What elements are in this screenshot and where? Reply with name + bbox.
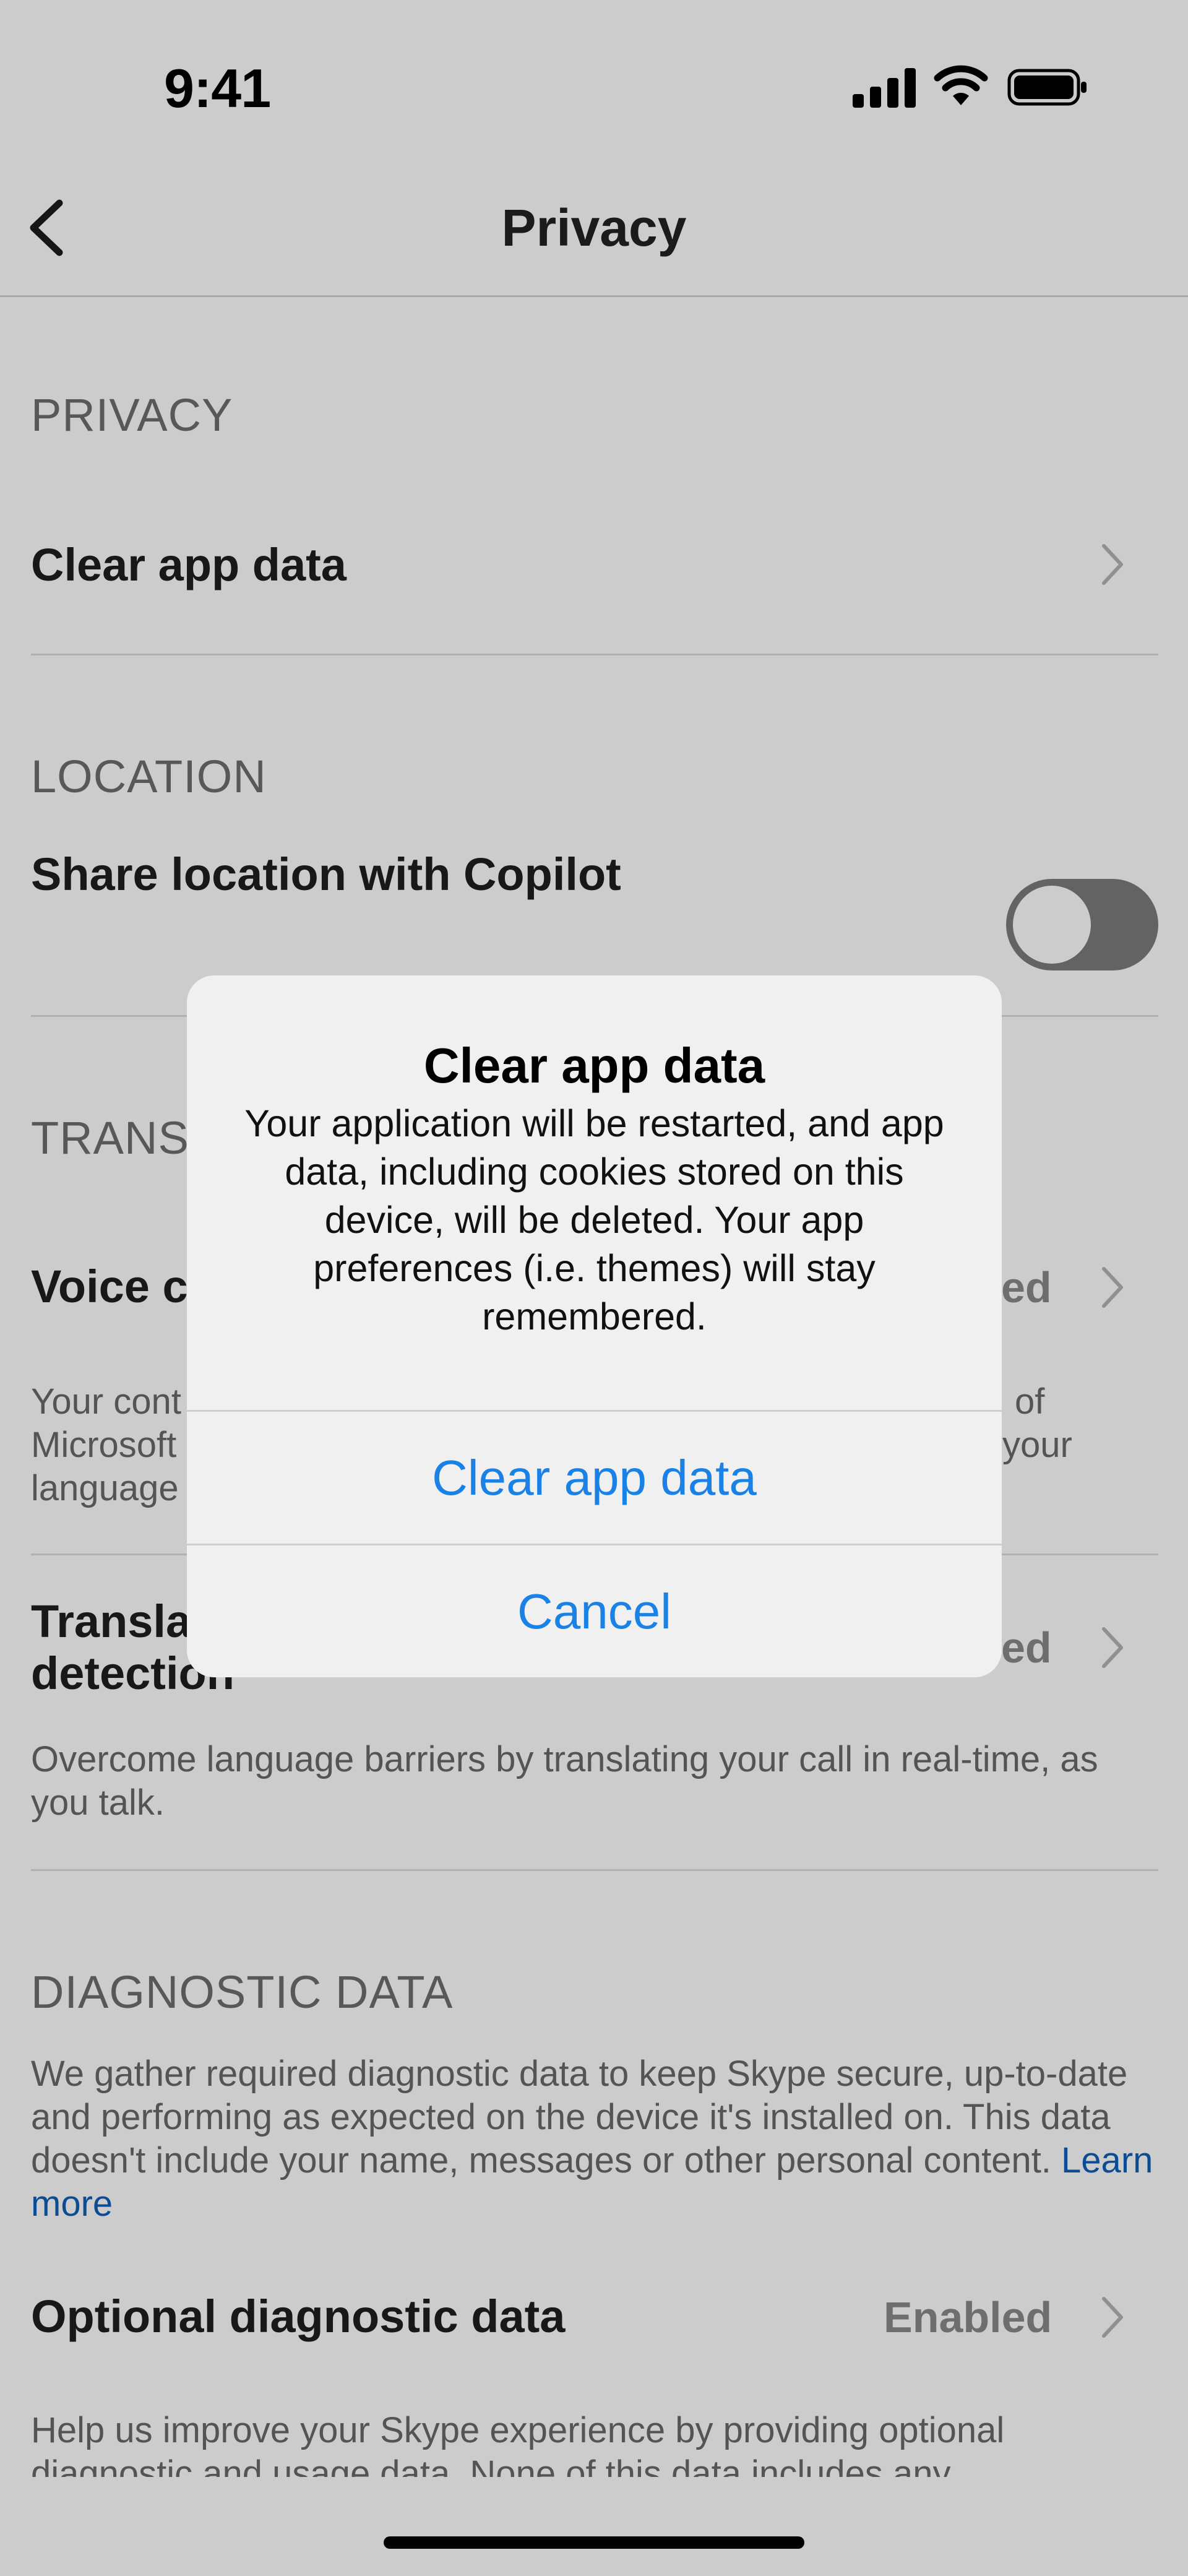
home-indicator[interactable] (384, 2536, 804, 2549)
clear-app-data-dialog: Clear app data Your application will be … (187, 975, 1002, 1677)
dialog-message: Your application will be restarted, and … (244, 1102, 944, 1338)
dialog-title: Clear app data (423, 1038, 765, 1093)
cancel-button[interactable]: Cancel (187, 1545, 1002, 1677)
confirm-clear-button[interactable]: Clear app data (187, 1412, 1002, 1544)
